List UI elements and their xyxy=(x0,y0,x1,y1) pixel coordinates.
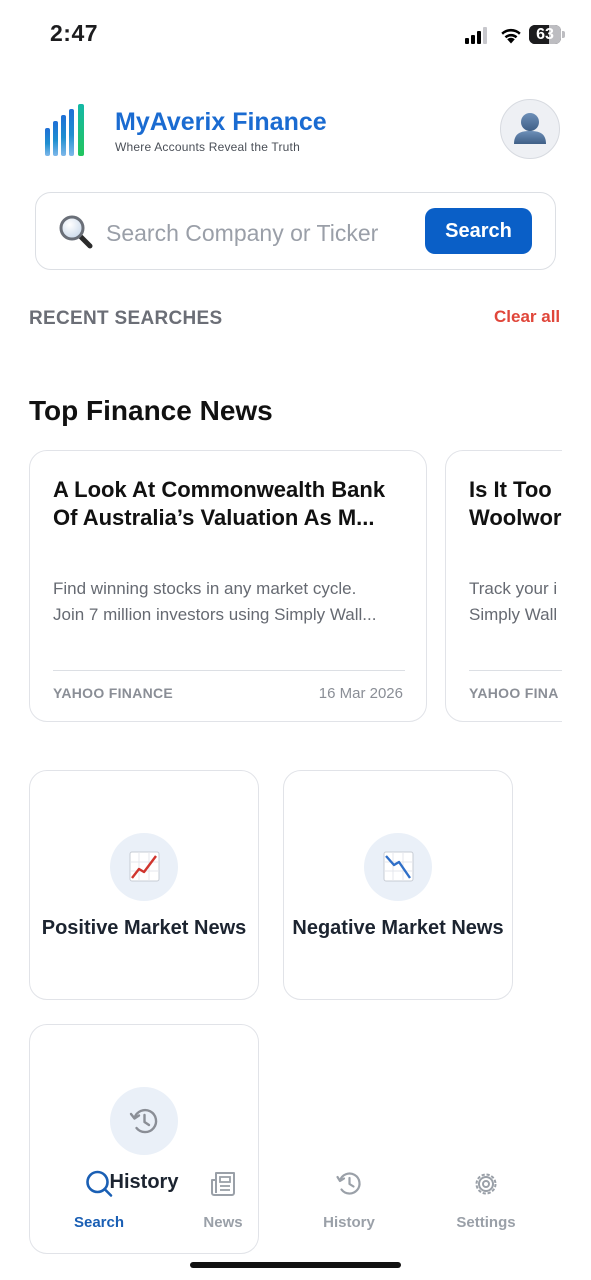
news-card-date: 16 Mar 2026 xyxy=(318,685,403,702)
news-card[interactable]: A Look At Commonwealth Bank Of Australia… xyxy=(29,450,427,722)
search-icon xyxy=(86,1170,113,1197)
status-time: 2:47 xyxy=(50,20,99,46)
gear-icon xyxy=(475,1173,497,1195)
news-carousel[interactable]: A Look At Commonwealth Bank Of Australia… xyxy=(29,450,562,725)
tab-news[interactable]: News xyxy=(168,1166,278,1236)
tile-label: Positive Market News xyxy=(41,917,247,939)
tab-label: Settings xyxy=(456,1214,516,1231)
tab-label: News xyxy=(203,1214,243,1231)
chart-increasing-icon xyxy=(129,851,160,882)
history-clock-icon xyxy=(129,1108,158,1134)
negative-market-news-tile[interactable]: Negative Market News xyxy=(283,770,513,1000)
top-news-heading: Top Finance News xyxy=(29,395,273,426)
wifi-icon xyxy=(501,28,521,44)
tab-history[interactable]: History xyxy=(294,1166,404,1236)
tab-search[interactable]: Search xyxy=(44,1166,154,1236)
cellular-signal-icon xyxy=(465,27,491,44)
tab-label: History xyxy=(323,1214,375,1231)
news-card-divider xyxy=(53,670,405,671)
home-indicator xyxy=(190,1262,401,1268)
newspaper-icon xyxy=(211,1172,235,1196)
chart-decreasing-icon xyxy=(383,851,414,882)
battery-tip xyxy=(562,31,565,38)
battery-level: 63 xyxy=(536,26,554,43)
bar-chart-logo-icon xyxy=(45,104,84,156)
recent-searches-heading: RECENT SEARCHES xyxy=(29,308,223,329)
news-card[interactable]: Is It Too Woolwor Track your i Simply Wa… xyxy=(445,450,562,722)
app-tagline: Where Accounts Reveal the Truth xyxy=(115,140,300,154)
battery-indicator: 63 xyxy=(529,25,561,44)
tab-settings[interactable]: Settings xyxy=(431,1166,541,1236)
history-icon xyxy=(336,1172,361,1195)
profile-avatar-button[interactable] xyxy=(500,99,560,159)
news-card-description: Track your i Simply Wall xyxy=(469,579,558,624)
tile-label: Negative Market News xyxy=(292,917,504,939)
news-card-description: Find winning stocks in any market cycle.… xyxy=(53,579,377,624)
clear-all-button[interactable]: Clear all xyxy=(494,307,560,327)
news-card-source: YAHOO FINA xyxy=(469,685,559,701)
user-silhouette-icon xyxy=(514,113,546,144)
tab-label: Search xyxy=(73,1214,125,1231)
app-title: MyAverix Finance xyxy=(115,108,327,136)
search-button[interactable]: Search xyxy=(425,208,532,254)
search-input[interactable] xyxy=(104,214,418,252)
news-card-source: YAHOO FINANCE xyxy=(53,685,174,701)
positive-market-news-tile[interactable]: Positive Market News xyxy=(29,770,259,1000)
magnifier-icon xyxy=(59,215,93,249)
news-card-title: A Look At Commonwealth Bank Of Australia… xyxy=(53,477,386,530)
news-card-title: Is It Too Woolwor xyxy=(469,477,562,530)
news-card-divider xyxy=(469,670,562,671)
